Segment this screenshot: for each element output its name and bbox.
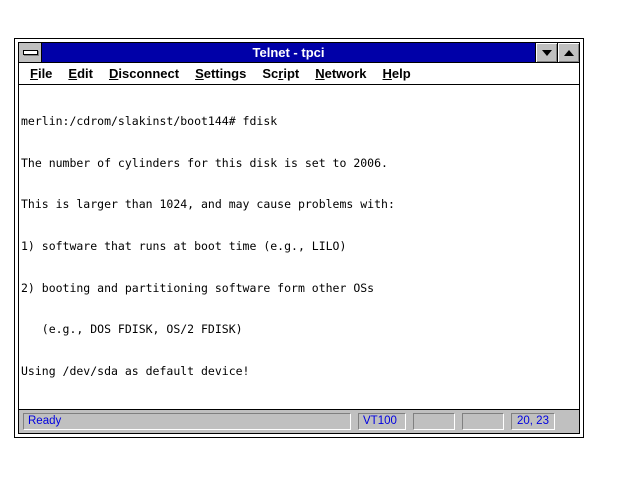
cursor-position: 20, 23 bbox=[511, 413, 555, 430]
control-menu-button[interactable] bbox=[19, 43, 42, 62]
terminal-view[interactable]: merlin:/cdrom/slakinst/boot144# fdisk Th… bbox=[19, 85, 579, 409]
menu-mnemonic: S bbox=[195, 66, 204, 81]
terminal-emulation-status: VT100 bbox=[358, 413, 406, 430]
menu-label-part: Sc bbox=[262, 66, 278, 81]
title-bar[interactable]: Telnet - tpci bbox=[19, 43, 579, 63]
terminal-line: 2) booting and partitioning software for… bbox=[21, 282, 579, 296]
menu-mnemonic: F bbox=[30, 66, 38, 81]
minus-bar-icon bbox=[23, 50, 38, 55]
terminal-line: This is larger than 1024, and may cause … bbox=[21, 198, 579, 212]
ready-status: Ready bbox=[23, 413, 351, 430]
minimize-button[interactable] bbox=[535, 43, 557, 62]
menu-network[interactable]: Network bbox=[307, 66, 374, 81]
menu-help[interactable]: Help bbox=[375, 66, 419, 81]
menu-script[interactable]: Script bbox=[254, 66, 307, 81]
menu-edit[interactable]: Edit bbox=[60, 66, 101, 81]
terminal-line: Using /dev/sda as default device! bbox=[21, 365, 579, 379]
menu-mnemonic: E bbox=[68, 66, 77, 81]
menu-label-part: dit bbox=[77, 66, 93, 81]
menu-label-part: elp bbox=[392, 66, 411, 81]
menu-label-part: ettings bbox=[204, 66, 247, 81]
window-frame: Telnet - tpci File Edit Disconnect Setti… bbox=[18, 42, 580, 434]
status-panel-3 bbox=[413, 413, 455, 430]
terminal-line: 1) software that runs at boot time (e.g.… bbox=[21, 240, 579, 254]
menu-disconnect[interactable]: Disconnect bbox=[101, 66, 187, 81]
status-bar: Ready VT100 20, 23 bbox=[19, 409, 579, 433]
window-title: Telnet - tpci bbox=[42, 43, 535, 62]
menu-file[interactable]: File bbox=[22, 66, 60, 81]
menu-settings[interactable]: Settings bbox=[187, 66, 254, 81]
terminal-line: (e.g., DOS FDISK, OS/2 FDISK) bbox=[21, 323, 579, 337]
menu-bar: File Edit Disconnect Settings Script Net… bbox=[19, 63, 579, 85]
menu-label-part: ile bbox=[38, 66, 52, 81]
menu-mnemonic: N bbox=[315, 66, 324, 81]
menu-mnemonic: D bbox=[109, 66, 118, 81]
telnet-window: Telnet - tpci File Edit Disconnect Setti… bbox=[14, 38, 584, 438]
down-triangle-icon bbox=[542, 50, 552, 56]
menu-label-part: ipt bbox=[283, 66, 299, 81]
terminal-line: The number of cylinders for this disk is… bbox=[21, 157, 579, 171]
maximize-button[interactable] bbox=[557, 43, 579, 62]
menu-label-part: etwork bbox=[325, 66, 367, 81]
menu-label-part: isconnect bbox=[118, 66, 179, 81]
up-triangle-icon bbox=[564, 50, 574, 56]
menu-mnemonic: H bbox=[383, 66, 392, 81]
terminal-line: merlin:/cdrom/slakinst/boot144# fdisk bbox=[21, 115, 579, 129]
status-panel-4 bbox=[462, 413, 504, 430]
